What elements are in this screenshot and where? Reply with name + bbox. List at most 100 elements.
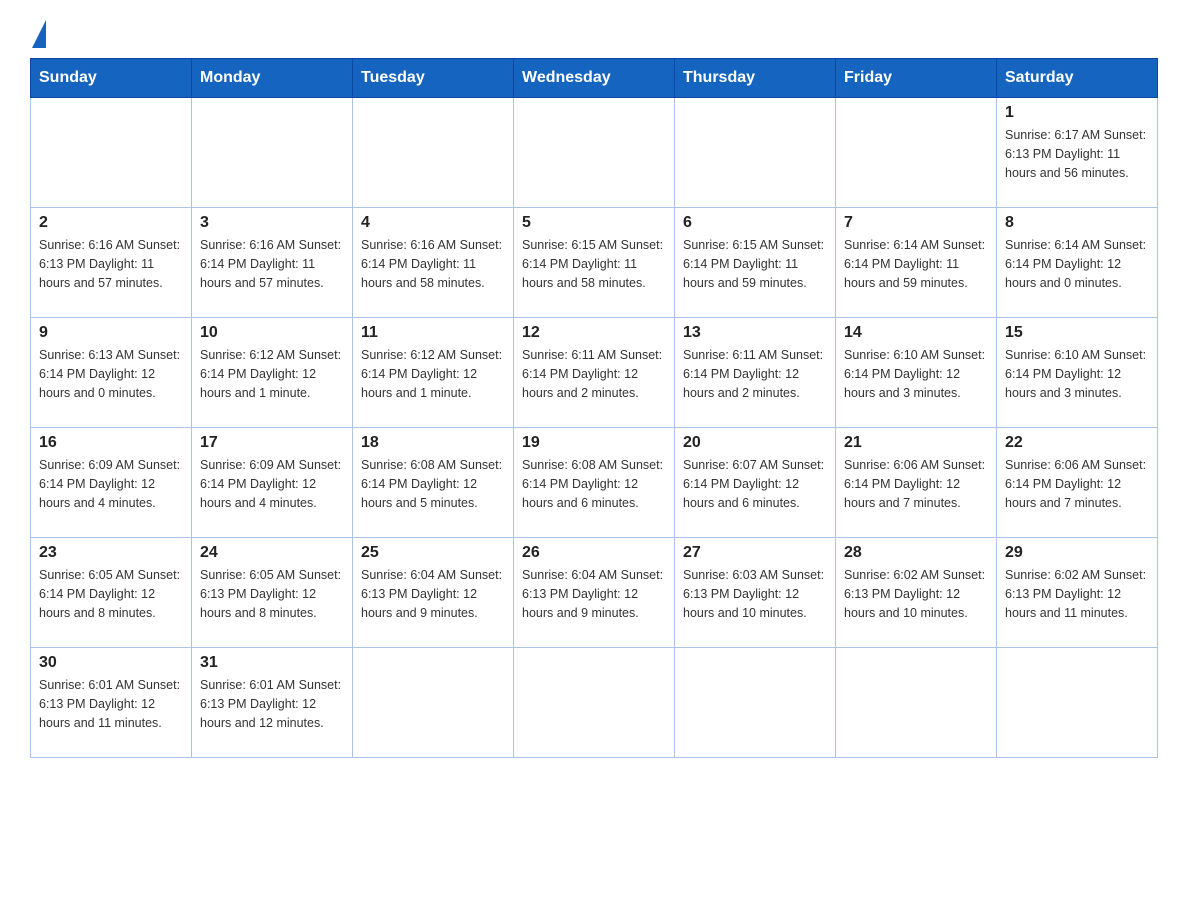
day-info: Sunrise: 6:07 AM Sunset: 6:14 PM Dayligh… bbox=[683, 456, 827, 512]
table-row bbox=[675, 648, 836, 758]
col-thursday: Thursday bbox=[675, 59, 836, 98]
table-row bbox=[675, 98, 836, 208]
table-row: 27 Sunrise: 6:03 AM Sunset: 6:13 PM Dayli… bbox=[675, 538, 836, 648]
table-row bbox=[514, 648, 675, 758]
day-number: 24 bbox=[200, 544, 344, 562]
day-info: Sunrise: 6:16 AM Sunset: 6:14 PM Dayligh… bbox=[200, 236, 344, 292]
day-number: 13 bbox=[683, 324, 827, 342]
calendar-week-row: 9 Sunrise: 6:13 AM Sunset: 6:14 PM Daylig… bbox=[31, 318, 1158, 428]
table-row: 30 Sunrise: 6:01 AM Sunset: 6:13 PM Dayli… bbox=[31, 648, 192, 758]
day-info: Sunrise: 6:04 AM Sunset: 6:13 PM Dayligh… bbox=[522, 566, 666, 622]
day-info: Sunrise: 6:16 AM Sunset: 6:14 PM Dayligh… bbox=[361, 236, 505, 292]
col-saturday: Saturday bbox=[997, 59, 1158, 98]
day-number: 29 bbox=[1005, 544, 1149, 562]
table-row: 4 Sunrise: 6:16 AM Sunset: 6:14 PM Daylig… bbox=[353, 208, 514, 318]
table-row bbox=[31, 98, 192, 208]
day-number: 1 bbox=[1005, 104, 1149, 122]
table-row: 8Sunrise: 6:14 AM Sunset: 6:14 PM Daylig… bbox=[997, 208, 1158, 318]
day-number: 5 bbox=[522, 214, 666, 232]
day-number: 3 bbox=[200, 214, 344, 232]
day-number: 20 bbox=[683, 434, 827, 452]
calendar-week-row: 16 Sunrise: 6:09 AM Sunset: 6:14 PM Dayli… bbox=[31, 428, 1158, 538]
table-row: 18 Sunrise: 6:08 AM Sunset: 6:14 PM Dayli… bbox=[353, 428, 514, 538]
table-row: 14 Sunrise: 6:10 AM Sunset: 6:14 PM Dayli… bbox=[836, 318, 997, 428]
day-info: Sunrise: 6:09 AM Sunset: 6:14 PM Dayligh… bbox=[200, 456, 344, 512]
day-number: 18 bbox=[361, 434, 505, 452]
day-number: 12 bbox=[522, 324, 666, 342]
table-row: 19Sunrise: 6:08 AM Sunset: 6:14 PM Dayli… bbox=[514, 428, 675, 538]
table-row: 28 Sunrise: 6:02 AM Sunset: 6:13 PM Dayli… bbox=[836, 538, 997, 648]
day-number: 11 bbox=[361, 324, 505, 342]
table-row: 3 Sunrise: 6:16 AM Sunset: 6:14 PM Daylig… bbox=[192, 208, 353, 318]
page-header bbox=[30, 20, 1158, 48]
day-number: 15 bbox=[1005, 324, 1149, 342]
col-wednesday: Wednesday bbox=[514, 59, 675, 98]
day-info: Sunrise: 6:16 AM Sunset: 6:13 PM Dayligh… bbox=[39, 236, 183, 292]
day-info: Sunrise: 6:14 AM Sunset: 6:14 PM Dayligh… bbox=[1005, 236, 1149, 292]
day-info: Sunrise: 6:02 AM Sunset: 6:13 PM Dayligh… bbox=[1005, 566, 1149, 622]
table-row bbox=[353, 98, 514, 208]
day-info: Sunrise: 6:08 AM Sunset: 6:14 PM Dayligh… bbox=[522, 456, 666, 512]
day-info: Sunrise: 6:09 AM Sunset: 6:14 PM Dayligh… bbox=[39, 456, 183, 512]
day-number: 7 bbox=[844, 214, 988, 232]
day-info: Sunrise: 6:10 AM Sunset: 6:14 PM Dayligh… bbox=[844, 346, 988, 402]
col-sunday: Sunday bbox=[31, 59, 192, 98]
table-row: 21 Sunrise: 6:06 AM Sunset: 6:14 PM Dayli… bbox=[836, 428, 997, 538]
table-row: 26 Sunrise: 6:04 AM Sunset: 6:13 PM Dayli… bbox=[514, 538, 675, 648]
table-row: 5 Sunrise: 6:15 AM Sunset: 6:14 PM Daylig… bbox=[514, 208, 675, 318]
day-info: Sunrise: 6:06 AM Sunset: 6:14 PM Dayligh… bbox=[1005, 456, 1149, 512]
day-number: 4 bbox=[361, 214, 505, 232]
day-info: Sunrise: 6:05 AM Sunset: 6:14 PM Dayligh… bbox=[39, 566, 183, 622]
table-row bbox=[997, 648, 1158, 758]
table-row: 11 Sunrise: 6:12 AM Sunset: 6:14 PM Dayli… bbox=[353, 318, 514, 428]
day-number: 28 bbox=[844, 544, 988, 562]
day-number: 31 bbox=[200, 654, 344, 672]
day-number: 6 bbox=[683, 214, 827, 232]
table-row: 1 Sunrise: 6:17 AM Sunset: 6:13 PM Daylig… bbox=[997, 98, 1158, 208]
day-number: 30 bbox=[39, 654, 183, 672]
day-info: Sunrise: 6:05 AM Sunset: 6:13 PM Dayligh… bbox=[200, 566, 344, 622]
table-row: 31Sunrise: 6:01 AM Sunset: 6:13 PM Dayli… bbox=[192, 648, 353, 758]
day-info: Sunrise: 6:04 AM Sunset: 6:13 PM Dayligh… bbox=[361, 566, 505, 622]
calendar-week-row: 30 Sunrise: 6:01 AM Sunset: 6:13 PM Dayli… bbox=[31, 648, 1158, 758]
day-info: Sunrise: 6:01 AM Sunset: 6:13 PM Dayligh… bbox=[39, 676, 183, 732]
day-info: Sunrise: 6:15 AM Sunset: 6:14 PM Dayligh… bbox=[522, 236, 666, 292]
day-info: Sunrise: 6:17 AM Sunset: 6:13 PM Dayligh… bbox=[1005, 126, 1149, 182]
logo-triangle-icon bbox=[32, 20, 46, 48]
table-row bbox=[514, 98, 675, 208]
table-row: 17Sunrise: 6:09 AM Sunset: 6:14 PM Dayli… bbox=[192, 428, 353, 538]
table-row: 10 Sunrise: 6:12 AM Sunset: 6:14 PM Dayli… bbox=[192, 318, 353, 428]
day-info: Sunrise: 6:11 AM Sunset: 6:14 PM Dayligh… bbox=[683, 346, 827, 402]
day-number: 27 bbox=[683, 544, 827, 562]
day-number: 26 bbox=[522, 544, 666, 562]
calendar-header-row: Sunday Monday Tuesday Wednesday Thursday… bbox=[31, 59, 1158, 98]
day-number: 14 bbox=[844, 324, 988, 342]
day-number: 21 bbox=[844, 434, 988, 452]
calendar-table: Sunday Monday Tuesday Wednesday Thursday… bbox=[30, 58, 1158, 758]
table-row: 6 Sunrise: 6:15 AM Sunset: 6:14 PM Daylig… bbox=[675, 208, 836, 318]
day-info: Sunrise: 6:10 AM Sunset: 6:14 PM Dayligh… bbox=[1005, 346, 1149, 402]
day-info: Sunrise: 6:12 AM Sunset: 6:14 PM Dayligh… bbox=[200, 346, 344, 402]
day-info: Sunrise: 6:06 AM Sunset: 6:14 PM Dayligh… bbox=[844, 456, 988, 512]
day-info: Sunrise: 6:12 AM Sunset: 6:14 PM Dayligh… bbox=[361, 346, 505, 402]
table-row bbox=[353, 648, 514, 758]
table-row bbox=[836, 648, 997, 758]
day-info: Sunrise: 6:15 AM Sunset: 6:14 PM Dayligh… bbox=[683, 236, 827, 292]
day-number: 10 bbox=[200, 324, 344, 342]
day-info: Sunrise: 6:02 AM Sunset: 6:13 PM Dayligh… bbox=[844, 566, 988, 622]
table-row: 22Sunrise: 6:06 AM Sunset: 6:14 PM Dayli… bbox=[997, 428, 1158, 538]
day-number: 9 bbox=[39, 324, 183, 342]
table-row: 16 Sunrise: 6:09 AM Sunset: 6:14 PM Dayli… bbox=[31, 428, 192, 538]
table-row: 23 Sunrise: 6:05 AM Sunset: 6:14 PM Dayli… bbox=[31, 538, 192, 648]
calendar-week-row: 1 Sunrise: 6:17 AM Sunset: 6:13 PM Daylig… bbox=[31, 98, 1158, 208]
table-row: 9 Sunrise: 6:13 AM Sunset: 6:14 PM Daylig… bbox=[31, 318, 192, 428]
day-number: 16 bbox=[39, 434, 183, 452]
day-number: 23 bbox=[39, 544, 183, 562]
day-info: Sunrise: 6:03 AM Sunset: 6:13 PM Dayligh… bbox=[683, 566, 827, 622]
day-info: Sunrise: 6:13 AM Sunset: 6:14 PM Dayligh… bbox=[39, 346, 183, 402]
table-row: 25Sunrise: 6:04 AM Sunset: 6:13 PM Dayli… bbox=[353, 538, 514, 648]
calendar-week-row: 23 Sunrise: 6:05 AM Sunset: 6:14 PM Dayli… bbox=[31, 538, 1158, 648]
day-info: Sunrise: 6:08 AM Sunset: 6:14 PM Dayligh… bbox=[361, 456, 505, 512]
table-row: 15 Sunrise: 6:10 AM Sunset: 6:14 PM Dayli… bbox=[997, 318, 1158, 428]
table-row bbox=[836, 98, 997, 208]
